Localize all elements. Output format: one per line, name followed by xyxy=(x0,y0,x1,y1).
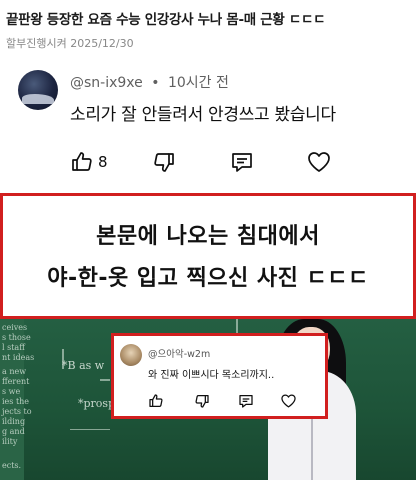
dislike-button[interactable] xyxy=(194,391,210,411)
comment-handle[interactable]: @sn-ix9xe xyxy=(70,75,143,91)
comment-actions xyxy=(148,391,328,411)
reply-button[interactable] xyxy=(230,148,254,176)
avatar[interactable] xyxy=(18,70,58,110)
reply-icon xyxy=(238,393,254,409)
chalk-mark xyxy=(100,379,110,381)
reply-button[interactable] xyxy=(238,391,254,411)
meta-separator: • xyxy=(151,75,160,91)
chalk-scribble: fferent xyxy=(2,377,30,386)
avatar[interactable] xyxy=(120,344,142,366)
banner-line-2: 야-한-옷 입고 찍으신 사진 ㄷㄷㄷ xyxy=(47,266,369,291)
chalk-scribble: l staff xyxy=(2,343,25,352)
comment-actions: 8 xyxy=(70,148,370,178)
comment-meta: @sn-ix9xe • 10시간 전 xyxy=(70,72,229,92)
chalk-scribble: ects. xyxy=(2,461,22,470)
chalk-mark xyxy=(70,429,110,430)
comment-card-overlay: @으아악-w2m 와 진짜 이쁘시다 목소리까지.. xyxy=(111,333,328,419)
thumbs-up-icon xyxy=(70,150,94,174)
post-title[interactable]: 끝판왕 등장한 요즘 수능 인강강사 누나 몸-매 근황 ㄷㄷㄷ xyxy=(6,8,326,28)
comment-text: 와 진짜 이쁘시다 목소리까지.. xyxy=(148,370,275,381)
chalk-scribble: s we xyxy=(2,387,21,396)
like-button[interactable] xyxy=(148,391,164,411)
chalk-scribble: jects to xyxy=(2,407,32,416)
reply-icon xyxy=(230,150,254,174)
chalk-scribble: g and xyxy=(2,427,25,436)
caption-banner: 본문에 나오는 침대에서 야-한-옷 입고 찍으신 사진 ㄷㄷㄷ xyxy=(0,193,416,319)
banner-line-1: 본문에 나오는 침대에서 xyxy=(96,224,320,249)
chalk-scribble: s those xyxy=(2,333,31,342)
chalk-scribble: *B as w xyxy=(62,359,105,372)
heart-button[interactable] xyxy=(306,148,332,176)
thumbs-down-icon xyxy=(152,150,176,174)
comment-card-top: @sn-ix9xe • 10시간 전 소리가 잘 안들려서 안경쓰고 봤습니다 … xyxy=(4,62,412,190)
chalk-scribble: ilding xyxy=(2,417,26,426)
chalk-scribble: ceives xyxy=(2,323,28,332)
comment-handle[interactable]: @으아악-w2m xyxy=(148,346,210,360)
chalk-scribble: ility xyxy=(2,437,18,446)
like-count: 8 xyxy=(98,153,108,171)
comment-time: 10시간 전 xyxy=(167,75,229,91)
comment-text: 소리가 잘 안들려서 안경쓰고 봤습니다 xyxy=(70,105,336,125)
heart-button[interactable] xyxy=(280,391,297,411)
thumbs-down-icon xyxy=(194,393,210,409)
heart-icon xyxy=(306,150,332,174)
chalk-scribble: a new xyxy=(2,367,27,376)
like-button[interactable]: 8 xyxy=(70,148,108,176)
thumbs-up-icon xyxy=(148,393,164,409)
chalk-scribble: nt ideas xyxy=(2,353,35,362)
post-header: 끝판왕 등장한 요즘 수능 인강강사 누나 몸-매 근황 ㄷㄷㄷ 할부진행시켜 … xyxy=(0,0,416,62)
post-meta: 할부진행시켜 2025/12/30 xyxy=(6,37,134,50)
chalk-scribble: ies the xyxy=(2,397,30,406)
heart-icon xyxy=(280,393,297,409)
dislike-button[interactable] xyxy=(152,148,176,176)
